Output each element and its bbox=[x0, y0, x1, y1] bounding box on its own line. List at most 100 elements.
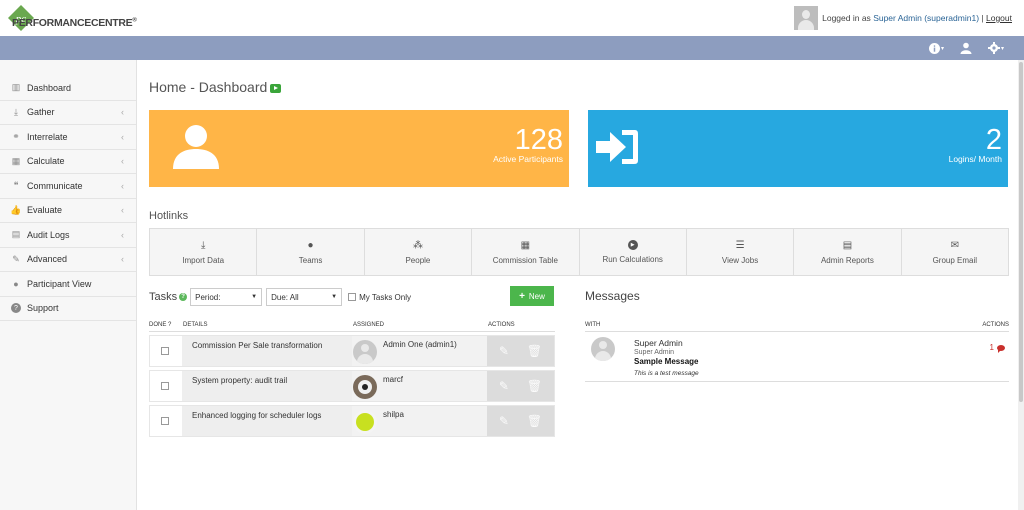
hotlink-view-jobs[interactable]: ☰ View Jobs bbox=[686, 229, 795, 275]
trash-icon[interactable]: 🗑 bbox=[527, 379, 542, 393]
chevron-left-icon: ‹ bbox=[121, 107, 124, 118]
tasks-table: DONE ? DETAILS ASSIGNED ACTIONS Commissi… bbox=[149, 318, 555, 437]
user-profile-link[interactable]: Super Admin (superadmin1) bbox=[873, 13, 979, 23]
assignee-name: Admin One (admin1) bbox=[383, 340, 457, 349]
sidebar-item-support[interactable]: ? Support bbox=[0, 297, 136, 321]
task-assigned: Admin One (admin1) bbox=[352, 336, 487, 366]
user-menu-button[interactable] bbox=[960, 39, 972, 57]
task-done-checkbox[interactable] bbox=[160, 347, 169, 355]
hotlink-import-data[interactable]: ⤓ Import Data bbox=[150, 229, 258, 275]
edit-icon[interactable]: ✎ bbox=[499, 344, 509, 358]
messages-header-row: WITH ACTIONS bbox=[585, 318, 1009, 332]
wrench-icon: ✎ bbox=[12, 253, 20, 264]
sidebar-item-interrelate[interactable]: ⚭ Interrelate ‹ bbox=[0, 125, 136, 150]
tasks-toolbar: Tasks ? Period: ▼ Due: All ▼ My Tasks Only bbox=[149, 287, 555, 307]
column-header-actions: ACTIONS bbox=[488, 321, 515, 328]
due-select[interactable]: Due: All ▼ bbox=[266, 288, 343, 306]
hotlink-label: Import Data bbox=[182, 256, 225, 265]
sidebar-item-participant-view[interactable]: ● Participant View bbox=[0, 272, 136, 297]
assignee-avatar bbox=[353, 410, 377, 434]
edit-icon[interactable]: ✎ bbox=[499, 414, 509, 428]
sidebar-item-communicate[interactable]: ❝ Communicate ‹ bbox=[0, 174, 136, 199]
hotlink-label: Admin Reports bbox=[820, 256, 874, 265]
table-icon: ▦ bbox=[11, 155, 21, 166]
sidebar-item-label: Participant View bbox=[27, 278, 92, 289]
logins-tile[interactable]: 2 Logins/ Month bbox=[588, 110, 1008, 187]
caret-down-icon: ▼ bbox=[331, 294, 338, 300]
sign-in-icon bbox=[596, 130, 638, 164]
hotlink-people[interactable]: ⁂ People bbox=[364, 229, 473, 275]
sidebar-item-label: Communicate bbox=[27, 180, 83, 191]
my-tasks-label: My Tasks Only bbox=[359, 292, 411, 302]
hotlink-label: Group Email bbox=[932, 256, 978, 265]
sidebar-item-label: Advanced bbox=[27, 254, 68, 265]
caret-down-icon: ▾ bbox=[940, 45, 944, 52]
link-icon: ⚭ bbox=[12, 131, 20, 142]
hotlink-teams[interactable]: ● Teams bbox=[257, 229, 365, 275]
column-header-done: DONE ? bbox=[149, 321, 172, 328]
hotlink-commission-table[interactable]: ▦ Commission Table bbox=[472, 229, 580, 275]
settings-menu-button[interactable]: ▾ bbox=[987, 39, 1004, 57]
sidebar-item-audit-logs[interactable]: ▤ Audit Logs ‹ bbox=[0, 223, 136, 248]
assignee-name: marcf bbox=[383, 375, 403, 384]
gear-icon bbox=[987, 42, 1000, 54]
task-details[interactable]: System property: audit trail bbox=[182, 371, 352, 401]
user-icon: ● bbox=[307, 239, 314, 251]
task-details[interactable]: Enhanced logging for scheduler logs bbox=[182, 406, 352, 436]
thumbs-up-icon: 👍 bbox=[10, 204, 22, 215]
scrollbar-thumb[interactable] bbox=[1019, 62, 1023, 402]
period-select[interactable]: Period: ▼ bbox=[190, 288, 263, 306]
hotlink-group-email[interactable]: ✉ Group Email bbox=[901, 229, 1008, 275]
main-content: Home - Dashboard 128 Active Participants… bbox=[137, 60, 1024, 510]
sidebar-item-evaluate[interactable]: 👍 Evaluate ‹ bbox=[0, 199, 136, 223]
info-menu-button[interactable]: ▾ bbox=[928, 39, 944, 57]
logins-label: Logins/ Month bbox=[948, 154, 1002, 164]
active-participants-tile[interactable]: 128 Active Participants bbox=[149, 110, 569, 187]
hotlink-run-calculations[interactable]: ▶ Run Calculations bbox=[579, 229, 687, 275]
trash-icon[interactable]: 🗑 bbox=[527, 344, 542, 358]
sidebar-item-advanced[interactable]: ✎ Advanced ‹ bbox=[0, 248, 136, 272]
edit-icon[interactable]: ✎ bbox=[499, 379, 509, 393]
sidebar-item-dashboard[interactable]: ▥ Dashboard bbox=[0, 76, 136, 101]
message-count[interactable]: 1 bbox=[990, 343, 1005, 353]
performance-centre-logo[interactable]: pc PERFORMANCECENTRE® bbox=[8, 5, 138, 31]
list-icon: ☰ bbox=[735, 239, 745, 251]
tasks-title: Tasks bbox=[149, 291, 178, 303]
hotlink-label: Run Calculations bbox=[602, 255, 663, 264]
new-task-button[interactable]: + New bbox=[510, 286, 554, 306]
task-done-cell bbox=[150, 336, 182, 366]
task-details[interactable]: Commission Per Sale transformation bbox=[182, 336, 352, 366]
hotlinks-bar: ⤓ Import Data ● Teams ⁂ People ▦ Commission Tab… bbox=[149, 228, 1009, 276]
page-scrollbar[interactable] bbox=[1018, 60, 1024, 510]
hotlink-admin-reports[interactable]: ▤ Admin Reports bbox=[794, 229, 902, 275]
chevron-left-icon: ‹ bbox=[121, 254, 124, 265]
participants-label: Active Participants bbox=[493, 154, 563, 164]
task-done-checkbox[interactable] bbox=[160, 417, 169, 425]
info-icon bbox=[928, 42, 940, 54]
caret-down-icon: ▼ bbox=[251, 294, 258, 300]
comments-icon: ❝ bbox=[13, 180, 19, 191]
envelope-icon: ✉ bbox=[950, 239, 959, 251]
chevron-left-icon: ‹ bbox=[121, 131, 124, 142]
hotlinks-title: Hotlinks bbox=[149, 210, 189, 222]
task-row: System property: audit trail marcf ✎ 🗑 bbox=[149, 370, 555, 402]
sidebar-item-label: Evaluate bbox=[27, 205, 63, 216]
my-tasks-checkbox[interactable] bbox=[348, 293, 357, 301]
message-row[interactable]: Super Admin Super Admin Sample Message This… bbox=[585, 332, 1009, 382]
chevron-left-icon: ‹ bbox=[121, 229, 124, 240]
my-tasks-only-toggle[interactable]: My Tasks Only bbox=[348, 293, 411, 302]
user-avatar[interactable] bbox=[794, 6, 819, 30]
sidebar-item-label: Gather bbox=[27, 107, 55, 118]
sidebar-item-label: Audit Logs bbox=[27, 229, 70, 240]
task-assigned: shilpa bbox=[352, 406, 487, 436]
hotlink-label: View Jobs bbox=[721, 256, 759, 265]
task-done-checkbox[interactable] bbox=[160, 382, 169, 390]
logo-text: PERFORMANCECENTRE® bbox=[12, 17, 137, 29]
logout-link[interactable]: Logout bbox=[986, 13, 1012, 23]
navbar: ▾ ▾ bbox=[0, 36, 1024, 60]
help-icon[interactable]: ? bbox=[179, 293, 188, 301]
sidebar-item-gather[interactable]: ⤓ Gather ‹ bbox=[0, 101, 136, 125]
video-icon[interactable] bbox=[270, 83, 282, 93]
sidebar-item-calculate[interactable]: ▦ Calculate ‹ bbox=[0, 150, 136, 174]
trash-icon[interactable]: 🗑 bbox=[527, 414, 542, 428]
